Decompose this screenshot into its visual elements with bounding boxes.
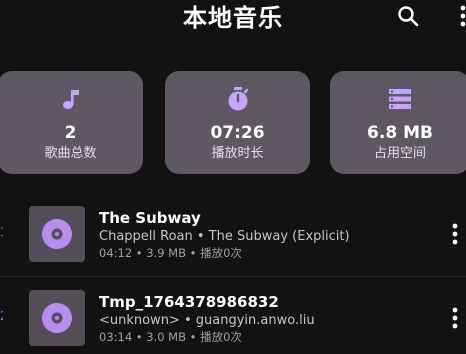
stat-value: 2	[64, 123, 77, 143]
stat-value: 6.8 MB	[367, 123, 433, 143]
album-art	[29, 206, 85, 262]
track-subtitle: <unknown> • guangyin.anwo.liu	[99, 313, 315, 328]
stat-card-song-count: 2 歌曲总数	[0, 71, 143, 174]
disc-icon	[42, 219, 72, 249]
disc-icon	[42, 303, 72, 333]
track-subtitle: Chappell Roan • The Subway (Explicit)	[99, 229, 350, 244]
more-options-button[interactable]	[458, 4, 466, 30]
track-more-button[interactable]	[449, 306, 461, 330]
timer-icon	[224, 85, 252, 113]
stat-value: 07:26	[210, 123, 265, 143]
track-item[interactable]: 1 The Subway Chappell Roan • The Subway …	[0, 198, 466, 270]
stat-label: 歌曲总数	[44, 146, 97, 161]
music-note-icon	[57, 85, 85, 113]
search-button[interactable]	[396, 4, 420, 28]
track-meta: 03:14 • 3.0 MB • 播放0次	[99, 330, 242, 344]
more-vert-icon	[460, 5, 466, 27]
stat-card-storage: 6.8 MB 占用空间	[330, 71, 466, 174]
more-vert-icon	[452, 307, 458, 329]
stat-label: 播放时长	[211, 146, 264, 161]
stat-label: 占用空间	[373, 146, 426, 161]
storage-icon	[386, 85, 414, 113]
stat-card-play-duration: 07:26 播放时长	[165, 71, 310, 174]
track-more-button[interactable]	[449, 222, 461, 246]
app-header: 本地音乐	[0, 0, 466, 40]
more-vert-icon	[452, 223, 458, 245]
track-index: 2	[0, 309, 3, 325]
track-title: Tmp_1764378986832	[99, 293, 279, 311]
album-art	[29, 290, 85, 346]
list-divider	[0, 276, 466, 277]
track-meta: 04:12 • 3.9 MB • 播放0次	[99, 246, 242, 260]
track-index: 1	[0, 225, 3, 241]
track-item[interactable]: 2 Tmp_1764378986832 <unknown> • guangyin…	[0, 282, 466, 354]
search-icon	[398, 6, 419, 27]
track-title: The Subway	[99, 209, 201, 227]
